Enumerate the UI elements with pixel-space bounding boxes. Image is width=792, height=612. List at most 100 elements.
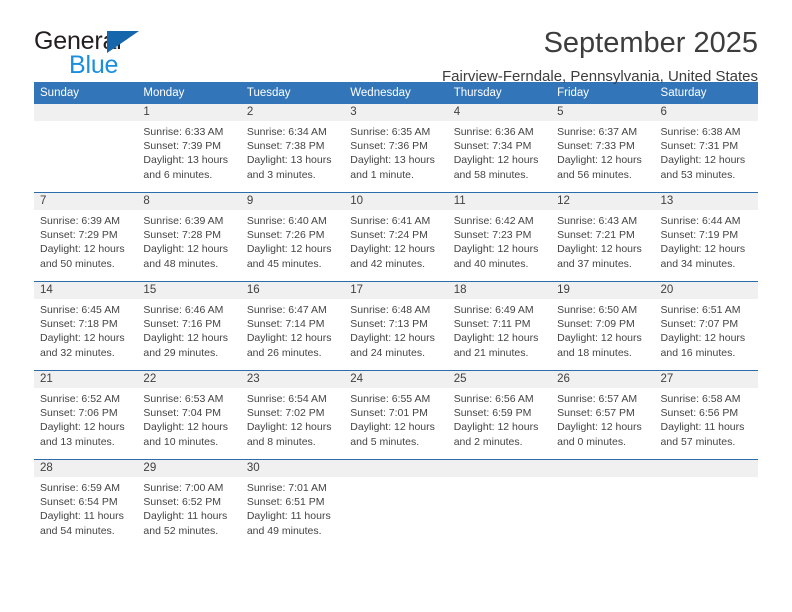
page-subtitle: Fairview-Ferndale, Pennsylvania, United … — [442, 68, 758, 85]
calendar-day-cell[interactable]: 30 Sunrise: 7:01 AM Sunset: 6:51 PM Dayligh… — [240, 459, 345, 548]
calendar-day-cell[interactable]: 23 Sunrise: 6:54 AM Sunset: 7:02 PM Dayligh… — [240, 370, 345, 460]
daylight-duration-line1: Daylight: 12 hours — [453, 332, 539, 345]
daylight-duration-line2: and 1 minute. — [350, 168, 414, 181]
day-details: Sunrise: 6:39 AM Sunset: 7:29 PM Daylight:… — [34, 210, 137, 281]
sunrise-time: Sunrise: 6:33 AM — [143, 126, 224, 138]
calendar-day-cell[interactable]: 14 Sunrise: 6:45 AM Sunset: 7:18 PM Dayligh… — [34, 281, 138, 371]
sunset-time: Sunset: 7:21 PM — [557, 229, 635, 242]
sunrise-time: Sunrise: 6:46 AM — [143, 304, 224, 316]
day-details: Sunrise: 6:59 AM Sunset: 6:54 PM Daylight:… — [34, 477, 137, 548]
calendar-day-cell[interactable]: 3 Sunrise: 6:35 AM Sunset: 7:36 PM Daylight… — [344, 104, 448, 193]
calendar-day-cell[interactable]: 18 Sunrise: 6:49 AM Sunset: 7:11 PM Dayligh… — [447, 281, 552, 371]
weekday-header-monday: Monday — [137, 82, 241, 104]
day-details: Sunrise: 6:35 AM Sunset: 7:36 PM Daylight:… — [344, 121, 447, 192]
sunrise-time: Sunrise: 6:43 AM — [557, 215, 638, 227]
sunset-time: Sunset: 7:18 PM — [40, 318, 118, 331]
daylight-duration-line1: Daylight: 12 hours — [40, 421, 125, 434]
sunset-time: Sunset: 7:33 PM — [557, 140, 635, 153]
calendar-day-cell[interactable]: 16 Sunrise: 6:47 AM Sunset: 7:14 PM Dayligh… — [240, 281, 345, 371]
daylight-duration-line1: Daylight: 12 hours — [246, 421, 332, 434]
sunset-time: Sunset: 7:23 PM — [453, 229, 532, 242]
sunrise-time: Sunrise: 6:39 AM — [143, 215, 224, 227]
calendar-day-cell[interactable]: 1 Sunrise: 6:33 AM Sunset: 7:39 PM Daylight… — [137, 104, 241, 193]
logo-text-general: General — [34, 28, 164, 55]
day-details: Sunrise: 6:46 AM Sunset: 7:16 PM Daylight:… — [137, 299, 240, 370]
daylight-duration-line2: and 32 minutes. — [40, 346, 115, 359]
day-details: Sunrise: 6:52 AM Sunset: 7:06 PM Daylight:… — [34, 388, 137, 459]
day-details: Sunrise: 6:42 AM Sunset: 7:23 PM Daylight:… — [448, 210, 551, 281]
calendar-day-cell[interactable]: 5 Sunrise: 6:37 AM Sunset: 7:33 PM Daylight… — [551, 104, 655, 193]
day-details — [655, 477, 758, 548]
day-number — [654, 460, 758, 477]
daylight-duration-line1: Daylight: 11 hours — [143, 510, 228, 523]
sunset-time: Sunset: 6:51 PM — [246, 496, 325, 509]
calendar-day-cell[interactable]: 17 Sunrise: 6:48 AM Sunset: 7:13 PM Dayligh… — [344, 281, 448, 371]
calendar-day-cell[interactable]: 22 Sunrise: 6:53 AM Sunset: 7:04 PM Dayligh… — [137, 370, 241, 460]
day-number — [447, 460, 552, 477]
calendar-day-cell[interactable]: 20 Sunrise: 6:51 AM Sunset: 7:07 PM Dayligh… — [654, 281, 758, 371]
daylight-duration-line1: Daylight: 12 hours — [557, 154, 642, 167]
day-details: Sunrise: 6:56 AM Sunset: 6:59 PM Daylight:… — [448, 388, 551, 459]
daylight-duration-line2: and 42 minutes. — [350, 257, 425, 270]
daylight-duration-line1: Daylight: 12 hours — [350, 421, 435, 434]
calendar-day-cell[interactable]: 8 Sunrise: 6:39 AM Sunset: 7:28 PM Daylight… — [137, 192, 241, 282]
calendar-day-cell[interactable]: 21 Sunrise: 6:52 AM Sunset: 7:06 PM Dayligh… — [34, 370, 138, 460]
daylight-duration-line2: and 26 minutes. — [246, 346, 322, 359]
calendar-day-cell[interactable]: 15 Sunrise: 6:46 AM Sunset: 7:16 PM Dayligh… — [137, 281, 241, 371]
day-details: Sunrise: 6:33 AM Sunset: 7:39 PM Daylight:… — [137, 121, 240, 192]
sunset-time: Sunset: 7:11 PM — [453, 318, 531, 331]
sunrise-time: Sunrise: 7:01 AM — [246, 482, 327, 494]
daylight-duration-line2: and 13 minutes. — [40, 435, 115, 448]
daylight-duration-line2: and 21 minutes. — [453, 346, 529, 359]
calendar-day-cell-empty — [34, 104, 138, 193]
daylight-duration-line2: and 5 minutes. — [350, 435, 420, 448]
weekday-header-tuesday: Tuesday — [240, 82, 345, 104]
daylight-duration-line1: Daylight: 13 hours — [350, 154, 435, 167]
day-number: 9 — [240, 193, 345, 210]
calendar-day-cell[interactable]: 11 Sunrise: 6:42 AM Sunset: 7:23 PM Dayligh… — [447, 192, 552, 282]
day-details: Sunrise: 7:01 AM Sunset: 6:51 PM Daylight:… — [241, 477, 344, 548]
calendar-day-cell[interactable]: 12 Sunrise: 6:43 AM Sunset: 7:21 PM Dayligh… — [551, 192, 655, 282]
calendar-day-cell[interactable]: 2 Sunrise: 6:34 AM Sunset: 7:38 PM Daylight… — [240, 104, 345, 193]
calendar-day-cell[interactable]: 6 Sunrise: 6:38 AM Sunset: 7:31 PM Daylight… — [654, 104, 758, 193]
day-number: 15 — [137, 282, 241, 299]
calendar-day-cell[interactable]: 13 Sunrise: 6:44 AM Sunset: 7:19 PM Dayligh… — [654, 192, 758, 282]
day-number: 28 — [34, 460, 138, 477]
calendar-day-cell[interactable]: 29 Sunrise: 7:00 AM Sunset: 6:52 PM Dayligh… — [137, 459, 241, 548]
daylight-duration-line2: and 56 minutes. — [557, 168, 632, 181]
calendar-day-cell[interactable]: 24 Sunrise: 6:55 AM Sunset: 7:01 PM Dayligh… — [344, 370, 448, 460]
day-details: Sunrise: 6:54 AM Sunset: 7:02 PM Daylight:… — [241, 388, 344, 459]
day-number: 20 — [654, 282, 758, 299]
daylight-duration-line2: and 16 minutes. — [660, 346, 736, 359]
day-details: Sunrise: 6:44 AM Sunset: 7:19 PM Daylight:… — [655, 210, 758, 281]
logo-word-blue: Blue — [69, 51, 119, 79]
calendar-day-cell[interactable]: 28 Sunrise: 6:59 AM Sunset: 6:54 PM Dayligh… — [34, 459, 138, 548]
sunset-time: Sunset: 7:07 PM — [660, 318, 739, 331]
daylight-duration-line2: and 53 minutes. — [660, 168, 736, 181]
sunrise-time: Sunrise: 6:40 AM — [246, 215, 327, 227]
day-number — [551, 460, 655, 477]
day-number: 11 — [447, 193, 552, 210]
calendar-day-cell[interactable]: 7 Sunrise: 6:39 AM Sunset: 7:29 PM Daylight… — [34, 192, 138, 282]
triangle-icon — [107, 31, 139, 53]
calendar-day-cell[interactable]: 9 Sunrise: 6:40 AM Sunset: 7:26 PM Daylight… — [240, 192, 345, 282]
calendar-day-cell[interactable]: 4 Sunrise: 6:36 AM Sunset: 7:34 PM Daylight… — [447, 104, 552, 193]
daylight-duration-line1: Daylight: 12 hours — [557, 243, 642, 256]
sunrise-time: Sunrise: 6:38 AM — [660, 126, 741, 138]
calendar-day-cell[interactable]: 27 Sunrise: 6:58 AM Sunset: 6:56 PM Dayligh… — [654, 370, 758, 460]
calendar-day-cell[interactable]: 25 Sunrise: 6:56 AM Sunset: 6:59 PM Dayligh… — [447, 370, 552, 460]
daylight-duration-line1: Daylight: 12 hours — [143, 243, 229, 256]
daylight-duration-line1: Daylight: 12 hours — [557, 332, 642, 345]
sunrise-time: Sunrise: 6:54 AM — [246, 393, 327, 405]
daylight-duration-line1: Daylight: 11 hours — [246, 510, 331, 523]
general-blue-logo[interactable]: General Blue — [34, 26, 164, 78]
calendar-week-row: 28 Sunrise: 6:59 AM Sunset: 6:54 PM Dayligh… — [34, 459, 758, 548]
calendar-day-cell[interactable]: 26 Sunrise: 6:57 AM Sunset: 6:57 PM Dayligh… — [551, 370, 655, 460]
sunset-time: Sunset: 7:01 PM — [350, 407, 428, 420]
calendar-week-row: 1 Sunrise: 6:33 AM Sunset: 7:39 PM Daylight… — [34, 104, 758, 193]
calendar-day-cell[interactable]: 10 Sunrise: 6:41 AM Sunset: 7:24 PM Dayligh… — [344, 192, 448, 282]
day-number: 7 — [34, 193, 138, 210]
calendar-day-cell[interactable]: 19 Sunrise: 6:50 AM Sunset: 7:09 PM Dayligh… — [551, 281, 655, 371]
day-number: 2 — [240, 104, 345, 121]
day-details — [448, 477, 551, 548]
